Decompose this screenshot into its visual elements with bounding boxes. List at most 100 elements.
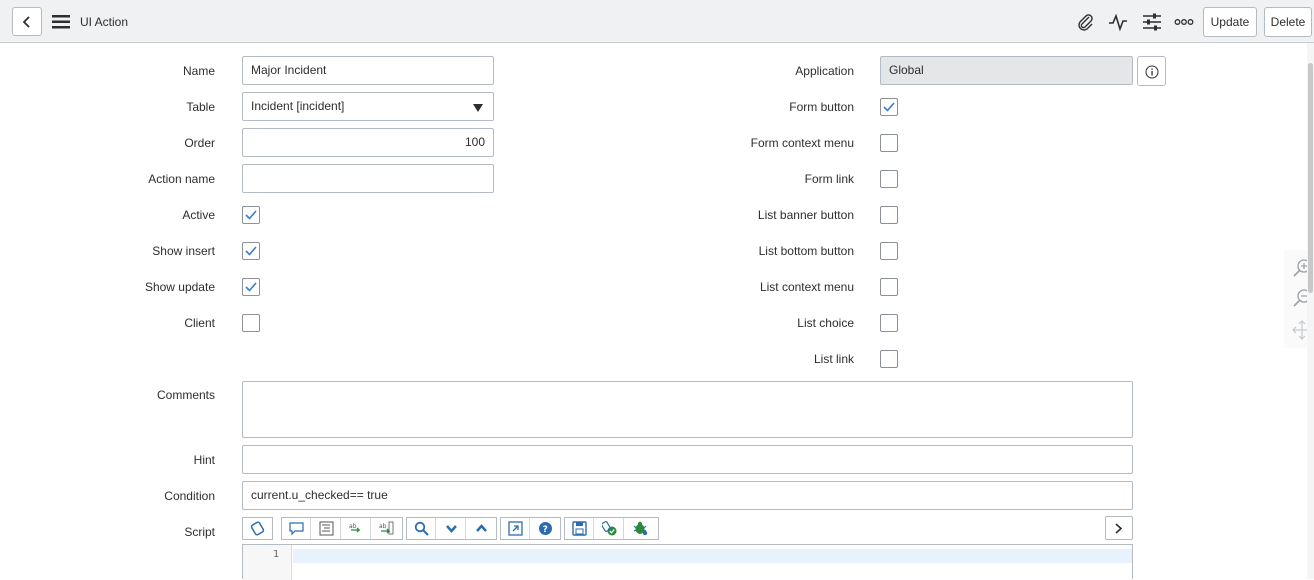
list-bottom-button-checkbox[interactable] xyxy=(880,242,898,260)
page-title: UI Action xyxy=(80,15,129,29)
condition-label: Condition xyxy=(164,489,215,503)
list-context-menu-label: List context menu xyxy=(759,280,854,294)
table-select[interactable]: Incident [incident] xyxy=(242,92,494,121)
action-name-label: Action name xyxy=(148,172,215,186)
application-label: Application xyxy=(795,64,854,78)
delete-button[interactable]: Delete xyxy=(1264,7,1312,37)
update-button[interactable]: Update xyxy=(1203,7,1257,37)
syntax-check-icon xyxy=(602,521,617,536)
form-link-label: Form link xyxy=(804,172,854,186)
help-button[interactable]: ? xyxy=(531,518,560,539)
action-name-input[interactable] xyxy=(242,164,494,193)
table-select-value: Incident [incident] xyxy=(251,99,345,113)
svg-text:?: ? xyxy=(543,525,548,535)
replace-button[interactable]: ab xyxy=(342,518,371,539)
checkmark-icon xyxy=(245,210,257,220)
hamburger-menu-icon[interactable] xyxy=(52,15,70,29)
settings-sliders-icon[interactable] xyxy=(1142,12,1162,32)
syntax-editor-icon xyxy=(250,521,265,536)
replace-all-icon: ab xyxy=(379,521,394,535)
script-toolbar-group-4: ? xyxy=(500,517,561,540)
script-toolbar-group-2: ab ab xyxy=(281,517,403,540)
show-update-label: Show update xyxy=(144,280,215,294)
script-toolbar-group-3 xyxy=(406,517,497,540)
form-context-menu-label: Form context menu xyxy=(750,136,854,150)
chevron-right-icon xyxy=(1115,523,1123,534)
expand-script-panel-button[interactable] xyxy=(1105,516,1133,540)
order-input[interactable]: 100 xyxy=(242,128,494,157)
client-label: Client xyxy=(184,316,215,330)
list-choice-checkbox[interactable] xyxy=(880,314,898,332)
replace-all-button[interactable]: ab xyxy=(372,518,401,539)
dropdown-arrow-icon xyxy=(473,104,483,112)
name-input[interactable]: Major Incident xyxy=(242,56,494,85)
info-icon xyxy=(1145,65,1159,79)
check-syntax-button[interactable] xyxy=(595,518,624,539)
form-link-checkbox[interactable] xyxy=(880,170,898,188)
activity-icon[interactable] xyxy=(1108,12,1128,32)
form-button-checkbox[interactable] xyxy=(880,98,898,116)
vertical-scrollbar[interactable] xyxy=(1307,43,1314,579)
line-number-gutter: 1 xyxy=(243,545,292,580)
list-banner-button-label: List banner button xyxy=(757,208,854,222)
format-code-icon xyxy=(319,521,334,536)
debug-button[interactable] xyxy=(625,518,654,539)
comments-textarea[interactable] xyxy=(242,381,1133,438)
expand-icon xyxy=(508,521,523,536)
save-icon xyxy=(572,521,587,536)
form-button-label: Form button xyxy=(789,100,854,114)
paperclip-icon[interactable] xyxy=(1075,12,1095,32)
show-insert-label: Show insert xyxy=(152,244,215,258)
find-previous-button[interactable] xyxy=(467,518,496,539)
search-icon xyxy=(414,521,429,536)
active-label: Active xyxy=(182,208,215,222)
comment-icon xyxy=(289,522,304,536)
list-link-label: List link xyxy=(813,352,854,366)
svg-text:ab: ab xyxy=(379,523,387,530)
active-line-highlight xyxy=(293,549,1132,563)
client-checkbox[interactable] xyxy=(242,314,260,332)
toggle-syntax-editor-button[interactable] xyxy=(243,518,272,539)
format-code-button[interactable] xyxy=(312,518,341,539)
svg-text:ab: ab xyxy=(349,523,357,530)
form-header: UI Action Update Delete xyxy=(0,0,1314,43)
chevron-down-icon xyxy=(446,525,457,533)
script-toolbar-group-5 xyxy=(564,517,659,540)
comments-label: Comments xyxy=(156,388,215,402)
list-choice-label: List choice xyxy=(797,316,854,330)
checkmark-icon xyxy=(245,282,257,292)
active-checkbox[interactable] xyxy=(242,206,260,224)
list-bottom-button-label: List bottom button xyxy=(758,244,854,258)
scrollbar-thumb[interactable] xyxy=(1308,63,1313,293)
script-toolbar-group-1 xyxy=(242,517,273,540)
hint-input[interactable] xyxy=(242,445,1133,474)
replace-icon: ab xyxy=(349,523,361,533)
hint-label: Hint xyxy=(193,453,215,467)
save-script-button[interactable] xyxy=(565,518,594,539)
help-icon: ? xyxy=(539,522,552,535)
find-next-button[interactable] xyxy=(437,518,466,539)
comment-button[interactable] xyxy=(282,518,311,539)
bug-icon xyxy=(633,521,648,536)
show-insert-checkbox[interactable] xyxy=(242,242,260,260)
list-banner-button-checkbox[interactable] xyxy=(880,206,898,224)
checkmark-icon xyxy=(883,102,895,112)
list-context-menu-checkbox[interactable] xyxy=(880,278,898,296)
chevron-up-icon xyxy=(476,524,487,532)
script-label: Script xyxy=(184,525,215,539)
script-editor[interactable]: 1 xyxy=(242,544,1133,580)
checkmark-icon xyxy=(245,246,257,256)
condition-input[interactable]: current.u_checked== true xyxy=(242,481,1133,510)
application-field: Global xyxy=(880,56,1133,85)
back-button[interactable] xyxy=(12,7,42,36)
list-link-checkbox[interactable] xyxy=(880,350,898,368)
application-info-button[interactable] xyxy=(1137,56,1166,86)
form-context-menu-checkbox[interactable] xyxy=(880,134,898,152)
name-label: Name xyxy=(182,64,215,78)
more-options-icon[interactable] xyxy=(1174,12,1194,32)
show-update-checkbox[interactable] xyxy=(242,278,260,296)
table-label: Table xyxy=(186,100,215,114)
search-button[interactable] xyxy=(407,518,436,539)
fullscreen-button[interactable] xyxy=(501,518,530,539)
line-number: 1 xyxy=(272,549,279,560)
